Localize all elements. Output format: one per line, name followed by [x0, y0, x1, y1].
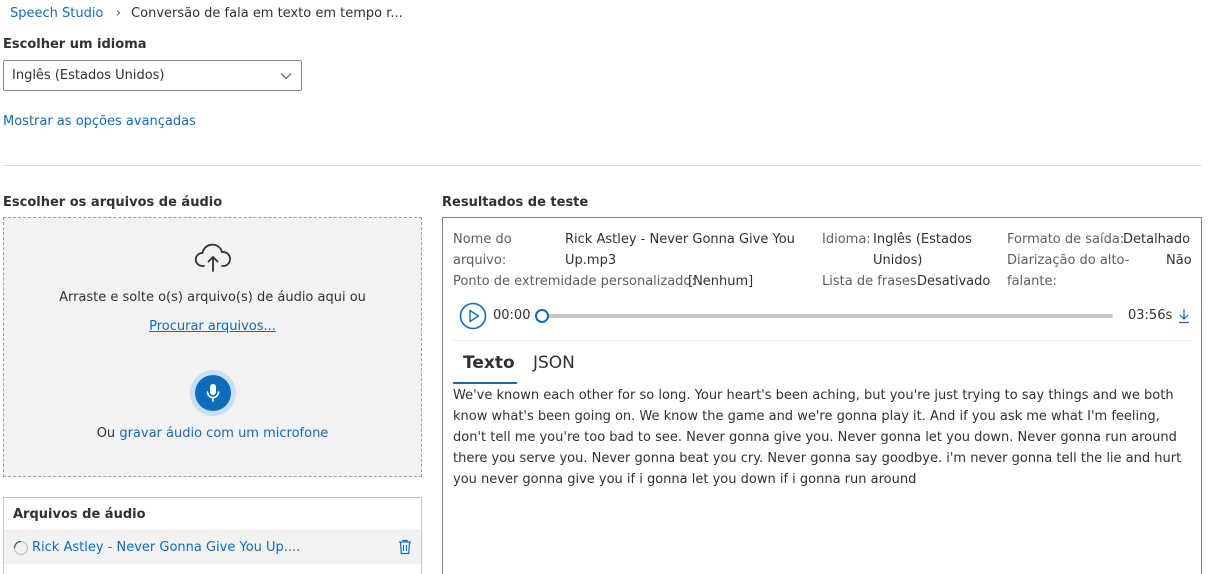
breadcrumb-speech-studio-link[interactable]: Speech Studio: [10, 6, 103, 21]
seek-bar[interactable]: [543, 314, 1113, 318]
output-format-label: Formato de saída:: [1007, 232, 1125, 247]
file-name-value: Rick Astley - Never Gonna Give You Up.mp…: [565, 232, 795, 268]
tab-json[interactable]: JSON: [533, 353, 575, 373]
play-icon[interactable]: [459, 302, 487, 330]
audio-files-panel-title: Arquivos de áudio: [13, 507, 146, 522]
test-results-label: Resultados de teste: [442, 195, 589, 210]
seek-handle[interactable]: [535, 309, 549, 323]
diarization-value: Não: [1166, 253, 1192, 268]
trash-icon[interactable]: [398, 539, 412, 555]
active-tab-indicator: [453, 382, 517, 384]
player-divider: [453, 340, 1191, 341]
record-microphone-button[interactable]: [190, 370, 236, 416]
chevron-right-icon: ›: [115, 5, 122, 21]
audio-files-label: Escolher os arquivos de áudio: [3, 195, 223, 210]
language-label: Escolher um idioma: [3, 37, 147, 52]
mic-option-text: Ou gravar áudio com um microfone: [4, 426, 421, 441]
breadcrumb: Speech Studio › Conversão de fala em tex…: [10, 4, 403, 22]
custom-endpoint-label: Ponto de extremidade personalizado:: [453, 274, 696, 289]
chevron-down-icon: [280, 73, 292, 80]
output-format-value: Detalhado: [1123, 232, 1191, 247]
language-result-label: Idioma:: [822, 232, 871, 247]
list-item[interactable]: Rick Astley - Never Gonna Give You Up...…: [4, 530, 421, 564]
download-icon[interactable]: [1178, 308, 1190, 324]
player-current-time: 00:00: [493, 308, 531, 323]
language-select-value: Inglês (Estados Unidos): [12, 68, 165, 83]
test-results-panel: Nome do arquivo: Rick Astley - Never Gon…: [442, 217, 1202, 574]
tab-texto[interactable]: Texto: [463, 353, 515, 373]
audio-file-name[interactable]: Rick Astley - Never Gonna Give You Up...…: [32, 540, 300, 555]
browse-files-link[interactable]: Procurar arquivos...: [149, 319, 276, 334]
microphone-icon: [206, 384, 220, 402]
transcript-text: We've known each other for so long. Your…: [453, 388, 1182, 487]
phrase-list-label: Lista de frases:: [822, 274, 922, 289]
audio-player: 00:00 03:56s: [458, 302, 1202, 332]
custom-endpoint-value: [Nenhum]: [688, 274, 754, 289]
phrase-list-value: Desativado: [917, 274, 991, 289]
player-duration: 03:56s: [1128, 308, 1173, 323]
audio-dropzone[interactable]: Arraste e solte o(s) arquivo(s) de áudio…: [3, 217, 422, 477]
breadcrumb-current-page: Conversão de fala em texto em tempo r...: [131, 5, 403, 21]
section-divider: [3, 165, 1202, 166]
advanced-options-link[interactable]: Mostrar as opções avançadas: [3, 114, 196, 129]
file-name-label: Nome do arquivo:: [453, 232, 512, 268]
record-with-microphone-link[interactable]: gravar áudio com um microfone: [119, 426, 328, 441]
cloud-upload-icon: [194, 243, 231, 272]
diarization-label: Diarização do alto- falante:: [1007, 253, 1130, 289]
dropzone-instructions: Arraste e solte o(s) arquivo(s) de áudio…: [59, 290, 366, 305]
loading-spinner-icon: [13, 540, 29, 556]
mic-button-core: [195, 375, 231, 411]
language-result-value: Inglês (Estados Unidos): [873, 232, 972, 268]
audio-files-panel: Arquivos de áudio Rick Astley - Never Go…: [3, 497, 422, 574]
language-select[interactable]: Inglês (Estados Unidos): [3, 60, 302, 91]
mic-option-prefix: Ou: [96, 426, 116, 441]
